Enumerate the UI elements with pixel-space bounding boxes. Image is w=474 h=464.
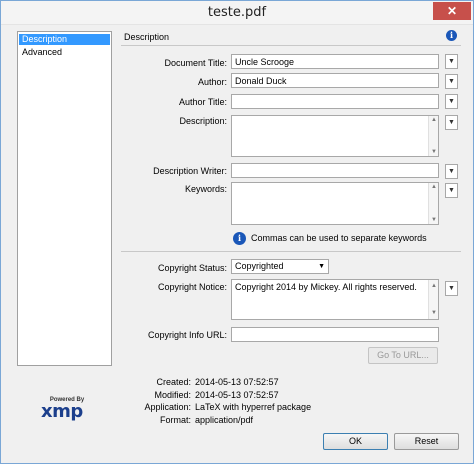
- format-value: application/pdf: [195, 415, 254, 425]
- copyright-status-select[interactable]: Copyrighted ▼: [231, 259, 329, 274]
- format-label: Format:: [159, 415, 191, 425]
- description-dropdown[interactable]: ▼: [445, 115, 458, 130]
- chevron-down-icon: ▼: [448, 119, 455, 126]
- modified-value: 2014-05-13 07:52:57: [195, 390, 279, 400]
- keywords-dropdown[interactable]: ▼: [445, 183, 458, 198]
- description-writer-field[interactable]: [231, 163, 439, 178]
- chevron-down-icon: ▼: [448, 168, 455, 175]
- section-divider: [121, 45, 461, 46]
- info-icon: i: [233, 232, 246, 245]
- author-title-label: Author Title:: [178, 97, 227, 107]
- scroll-up-icon[interactable]: ▲: [429, 117, 439, 123]
- author-field[interactable]: Donald Duck: [231, 73, 439, 88]
- application-value: LaTeX with hyperref package: [195, 402, 312, 412]
- chevron-down-icon: ▼: [448, 78, 455, 85]
- scroll-up-icon[interactable]: ▲: [429, 184, 439, 190]
- copyright-url-label: Copyright Info URL:: [147, 330, 227, 340]
- created-label: Created:: [156, 377, 191, 387]
- author-dropdown[interactable]: ▼: [445, 74, 458, 89]
- xmp-logo: Powered By xmp: [41, 397, 93, 427]
- author-title-dropdown[interactable]: ▼: [445, 94, 458, 109]
- dialog-window: teste.pdf ✕ Description Advanced Descrip…: [0, 0, 474, 464]
- document-title-label: Document Title:: [164, 58, 227, 68]
- scroll-up-icon[interactable]: ▲: [429, 281, 439, 291]
- window-title: teste.pdf: [207, 5, 267, 20]
- copyright-status-value: Copyrighted: [235, 261, 284, 271]
- chevron-down-icon: ▼: [448, 58, 455, 65]
- copyright-notice-text: Copyright 2014 by Mickey. All rights res…: [235, 282, 417, 292]
- keywords-hint: Commas can be used to separate keywords: [251, 233, 427, 243]
- scroll-down-icon[interactable]: ▼: [429, 308, 439, 318]
- reset-button[interactable]: Reset: [394, 433, 459, 450]
- description-writer-dropdown[interactable]: ▼: [445, 164, 458, 179]
- copyright-url-field[interactable]: [231, 327, 439, 342]
- copyright-notice-label: Copyright Notice:: [157, 282, 227, 292]
- form-divider: [121, 251, 461, 252]
- description-scrollbar[interactable]: ▲ ▼: [428, 116, 438, 156]
- copyright-notice-scrollbar[interactable]: ▲ ▼: [428, 280, 438, 319]
- section-title: Description: [124, 32, 170, 42]
- chevron-down-icon: ▼: [448, 98, 455, 105]
- copyright-notice-dropdown[interactable]: ▼: [445, 281, 458, 296]
- ok-button[interactable]: OK: [323, 433, 388, 450]
- copyright-notice-textarea[interactable]: Copyright 2014 by Mickey. All rights res…: [231, 279, 439, 320]
- author-label: Author:: [197, 77, 227, 87]
- scroll-down-icon[interactable]: ▼: [429, 217, 439, 223]
- chevron-down-icon: ▼: [318, 263, 325, 270]
- chevron-down-icon: ▼: [448, 187, 455, 194]
- scroll-down-icon[interactable]: ▼: [429, 149, 439, 155]
- info-icon[interactable]: i: [446, 30, 457, 41]
- application-label: Application:: [144, 402, 191, 412]
- document-title-field[interactable]: Uncle Scrooge: [231, 54, 439, 69]
- description-textarea[interactable]: ▲ ▼: [231, 115, 439, 157]
- keywords-label: Keywords:: [184, 184, 227, 194]
- xmp-brand: xmp: [41, 401, 83, 422]
- description-writer-label: Description Writer:: [153, 166, 227, 176]
- author-title-field[interactable]: [231, 94, 439, 109]
- category-list: Description Advanced: [17, 31, 112, 366]
- chevron-down-icon: ▼: [448, 285, 455, 292]
- description-label: Description:: [179, 116, 227, 126]
- go-to-url-button[interactable]: Go To URL...: [368, 347, 438, 364]
- modified-label: Modified:: [154, 390, 191, 400]
- sidebar-item-advanced[interactable]: Advanced: [19, 47, 110, 58]
- keywords-scrollbar[interactable]: ▲ ▼: [428, 183, 438, 224]
- document-title-dropdown[interactable]: ▼: [445, 54, 458, 69]
- copyright-status-label: Copyright Status:: [157, 263, 227, 273]
- keywords-textarea[interactable]: ▲ ▼: [231, 182, 439, 225]
- close-button[interactable]: ✕: [433, 2, 471, 20]
- created-value: 2014-05-13 07:52:57: [195, 377, 279, 387]
- title-bar: teste.pdf ✕: [1, 1, 473, 25]
- sidebar-item-description[interactable]: Description: [19, 34, 110, 45]
